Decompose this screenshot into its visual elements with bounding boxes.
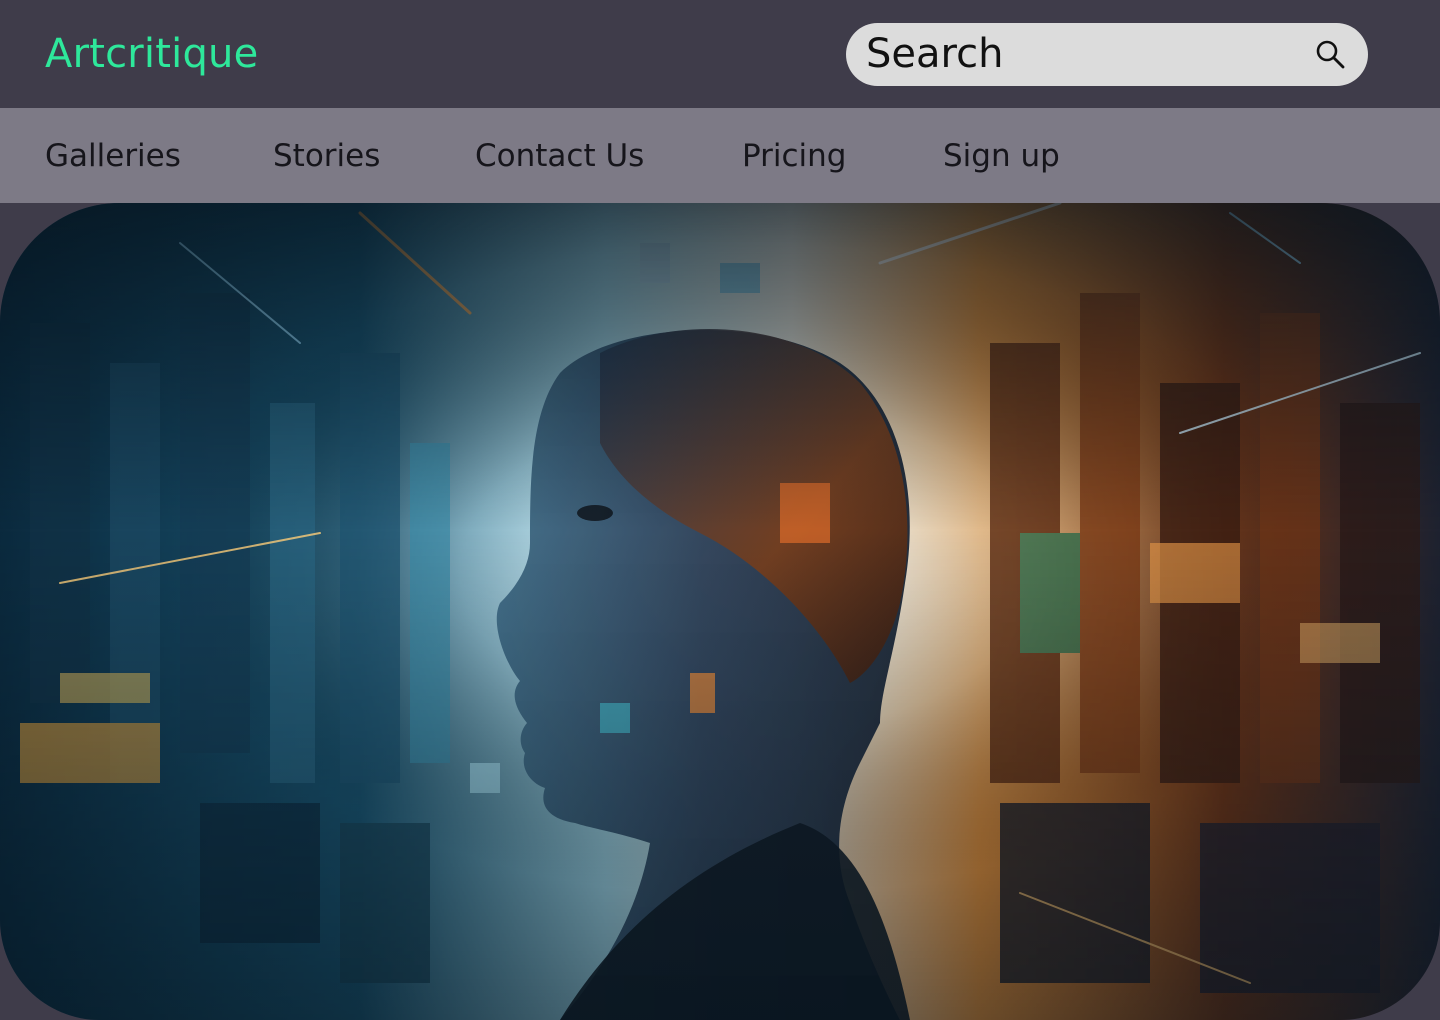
nav-item-stories[interactable]: Stories xyxy=(273,137,380,175)
nav-item-contact-us[interactable]: Contact Us xyxy=(475,137,644,175)
search-icon[interactable] xyxy=(1314,38,1346,70)
hero-image xyxy=(0,203,1440,1020)
search-input[interactable]: Search xyxy=(866,31,1003,77)
nav-item-galleries[interactable]: Galleries xyxy=(45,137,181,175)
nav-item-sign-up[interactable]: Sign up xyxy=(943,137,1060,175)
top-bar: Artcritique Search xyxy=(0,0,1440,108)
main-nav: Galleries Stories Contact Us Pricing Sig… xyxy=(0,108,1440,203)
site-logo[interactable]: Artcritique xyxy=(45,30,258,78)
search-box[interactable]: Search xyxy=(846,23,1368,86)
nav-item-pricing[interactable]: Pricing xyxy=(742,137,847,175)
